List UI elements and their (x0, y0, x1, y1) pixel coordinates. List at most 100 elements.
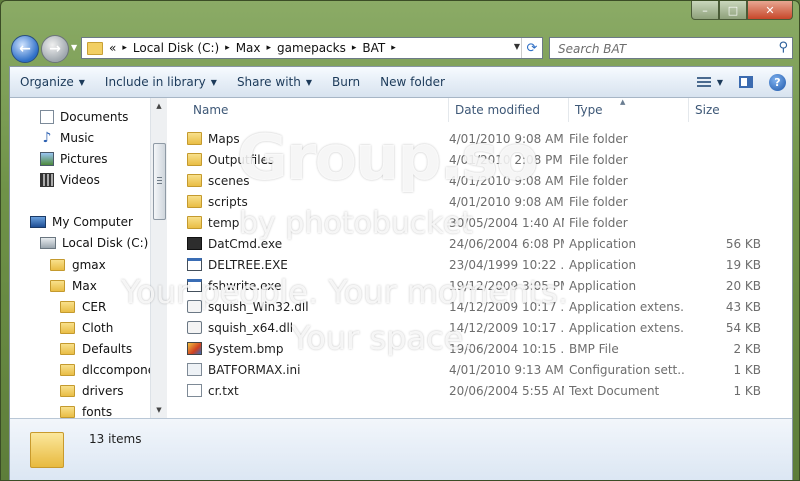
include-in-library-button[interactable]: Include in library ▼ (95, 67, 227, 97)
file-name: temp (187, 212, 442, 233)
file-row[interactable]: System.bmp 19/06/2004 10:15 ... BMP File 2 … (167, 338, 792, 359)
organize-button[interactable]: Organize ▼ (10, 67, 95, 97)
breadcrumb-item[interactable]: gamepacks (277, 41, 346, 55)
file-row[interactable]: Outputfiles 4/01/2010 2:08 PM File folder (167, 149, 792, 170)
scrollbar-thumb[interactable] (153, 143, 166, 220)
column-header-name[interactable]: Name (187, 98, 449, 122)
refresh-icon: ⟳ (526, 40, 538, 56)
new-folder-button[interactable]: New folder (370, 67, 455, 97)
nav-item[interactable]: dlccomponent (60, 360, 150, 380)
column-header-date[interactable]: Date modified (449, 98, 569, 122)
file-name: Maps (187, 128, 442, 149)
nav-item-label: Pictures (60, 152, 108, 166)
file-size (689, 212, 761, 233)
close-button[interactable]: ✕ (747, 1, 793, 20)
file-row[interactable]: scenes 4/01/2010 9:08 AM File folder (167, 170, 792, 191)
burn-button[interactable]: Burn (322, 67, 370, 97)
breadcrumb-item[interactable]: BAT (362, 41, 385, 55)
file-date: 4/01/2010 9:08 AM (449, 131, 564, 146)
file-row[interactable]: BATFORMAX.ini 4/01/2010 9:13 AM Configurat… (167, 359, 792, 380)
minimize-button[interactable]: – (691, 1, 719, 20)
recent-pages-dropdown[interactable]: ▼ (71, 43, 77, 52)
breadcrumb-separator-icon[interactable]: ▸ (391, 43, 396, 53)
nav-item[interactable]: Cloth (60, 318, 113, 338)
file-type: File folder (569, 194, 628, 209)
breadcrumb-item[interactable]: Max (236, 41, 261, 55)
back-button[interactable]: ← (11, 35, 39, 63)
file-type: Application extens... (569, 320, 684, 335)
share-with-button[interactable]: Share with ▼ (227, 67, 322, 97)
nav-item[interactable]: Max (50, 276, 97, 296)
breadcrumb-separator-icon[interactable]: ▸ (225, 43, 230, 53)
file-row[interactable]: Maps 4/01/2010 9:08 AM File folder (167, 128, 792, 149)
nav-item-label: Max (72, 279, 97, 293)
nav-item-label: Local Disk (C:) (62, 236, 149, 250)
scroll-down-icon[interactable]: ▼ (151, 402, 167, 418)
address-dropdown-icon[interactable]: ▼ (514, 42, 520, 51)
nav-item[interactable]: Defaults (60, 339, 132, 359)
breadcrumb-separator-icon[interactable]: ▸ (122, 43, 127, 53)
maximize-button[interactable]: □ (719, 1, 747, 20)
folder-icon (50, 259, 65, 271)
file-type: File folder (569, 215, 628, 230)
file-name-text: DatCmd.exe (208, 236, 283, 251)
nav-item[interactable]: My Computer (30, 212, 133, 232)
column-header-size[interactable]: Size (689, 98, 789, 122)
nav-item[interactable]: fonts (60, 402, 112, 418)
file-type: Application (569, 257, 637, 272)
file-row[interactable]: temp 30/05/2004 1:40 AM File folder (167, 212, 792, 233)
nav-item[interactable]: Videos (40, 170, 100, 190)
application-icon (187, 279, 202, 292)
nav-item[interactable]: ♪ Music (40, 128, 95, 148)
search-icon[interactable]: ⚲ (778, 40, 788, 55)
scroll-up-icon[interactable]: ▲ (151, 98, 167, 114)
navigation-pane-scrollbar[interactable]: ▲ ▼ (150, 98, 167, 418)
forward-button[interactable]: → (41, 35, 69, 63)
chevron-down-icon: ▼ (78, 77, 85, 87)
file-name: squish_x64.dll (187, 317, 442, 338)
file-date: 24/06/2004 6:08 PM (449, 236, 564, 251)
file-size (689, 170, 761, 191)
file-name-text: BATFORMAX.ini (208, 362, 301, 377)
nav-item-label: Videos (60, 173, 100, 187)
file-row[interactable]: squish_Win32.dll 14/12/2009 10:17 ... Appl… (167, 296, 792, 317)
file-date: 4/01/2010 9:13 AM (449, 362, 564, 377)
chevron-down-icon: ▼ (210, 77, 217, 87)
forward-arrow-icon: → (49, 41, 61, 57)
file-row[interactable]: fshwrite.exe 19/12/2009 3:05 PM Applicatio… (167, 275, 792, 296)
file-type: File folder (569, 173, 628, 188)
file-row[interactable]: DatCmd.exe 24/06/2004 6:08 PM Application 5… (167, 233, 792, 254)
help-icon[interactable]: ? (769, 73, 786, 91)
nav-item-label: gmax (72, 258, 106, 272)
breadcrumb-overflow[interactable]: « (109, 41, 116, 55)
search-box: ⚲ (549, 37, 793, 59)
explorer-content: Organize ▼ Include in library ▼ Share with… (9, 66, 793, 480)
file-row[interactable]: cr.txt 20/06/2004 5:55 AM Text Document 1 K… (167, 380, 792, 401)
nav-item[interactable]: CER (60, 297, 106, 317)
nav-item[interactable]: gmax (50, 255, 106, 275)
folder-icon (60, 406, 75, 418)
preview-pane-icon[interactable] (739, 76, 753, 88)
file-row[interactable]: scripts 4/01/2010 9:08 AM File folder (167, 191, 792, 212)
search-input[interactable] (556, 39, 770, 59)
file-row[interactable]: DELTREE.EXE 23/04/1999 10:22 ... Applicati… (167, 254, 792, 275)
pictures-icon (40, 152, 54, 166)
address-bar[interactable]: « ▸ Local Disk (C:) ▸ Max ▸ gamepacks ▸ BAT ▸ ▼ … (81, 37, 543, 59)
breadcrumb-separator-icon[interactable]: ▸ (352, 43, 357, 53)
videos-icon (40, 173, 54, 187)
computer-icon (30, 216, 46, 228)
nav-item-label: Music (60, 131, 95, 145)
nav-item[interactable]: Pictures (40, 149, 108, 169)
breadcrumb-separator-icon[interactable]: ▸ (267, 43, 272, 53)
breadcrumb-item[interactable]: Local Disk (C:) (133, 41, 219, 55)
refresh-button[interactable]: ⟳ (521, 38, 542, 58)
change-view-icon[interactable] (696, 76, 711, 88)
column-header-type[interactable]: Type (569, 98, 689, 122)
nav-item[interactable]: Local Disk (C:) (40, 233, 148, 253)
file-name-text: Maps (208, 131, 240, 146)
nav-item[interactable]: drivers (60, 381, 124, 401)
nav-item[interactable]: Documents (40, 107, 128, 127)
file-row[interactable]: squish_x64.dll 14/12/2009 10:17 ... Applic… (167, 317, 792, 338)
view-dropdown-icon[interactable]: ▼ (717, 78, 723, 87)
file-type: Application extens... (569, 299, 684, 314)
